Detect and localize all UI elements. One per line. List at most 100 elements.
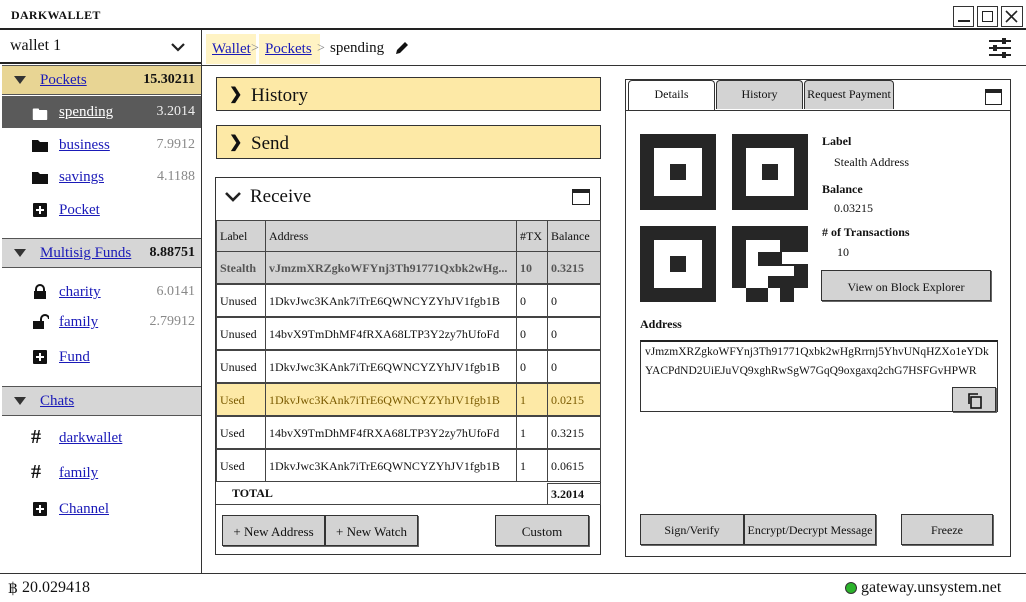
freeze-button[interactable]: Freeze [901,514,993,545]
col-header-balance: Balance [547,220,601,252]
table-cell-label[interactable]: Used [216,449,266,482]
table-cell-tx[interactable]: 1 [516,449,548,482]
sidebar-item-family-fund[interactable]: family 2.79912 [2,306,201,338]
copy-button[interactable] [952,387,996,412]
close-button[interactable] [1001,6,1023,27]
table-cell-tx[interactable]: 1 [516,383,548,416]
add-channel[interactable]: Channel [2,493,201,525]
sidebar-item-label[interactable]: family [59,465,98,482]
custom-button[interactable]: Custom [495,515,589,546]
sidebar-item-label[interactable]: family [59,314,98,331]
chevron-down-icon[interactable] [224,190,242,204]
hashtag-icon: # [31,426,41,448]
tx-count-key: # of Transactions [822,225,910,239]
title-bar: DARKWALLET [0,0,1026,30]
sidebar-item-label[interactable]: savings [59,169,104,186]
connection-status-icon [845,582,857,594]
table-cell-tx[interactable]: 0 [516,317,548,350]
address-key: Address [640,317,682,331]
table-cell-balance[interactable]: 0.3215 [547,251,601,284]
breadcrumb-wallet[interactable]: Wallet [206,34,256,64]
table-cell-address[interactable]: 1DkvJwc3KAnk7iTrE6QWNCYZYhJV1fgb1B [265,449,517,482]
sidebar-item-label[interactable]: spending [59,104,113,121]
collapse-triangle-icon [14,397,26,405]
table-cell-address[interactable]: 1DkvJwc3KAnk7iTrE6QWNCYZYhJV1fgb1B [265,284,517,317]
add-pocket-label[interactable]: Pocket [59,202,100,219]
tab-request-payment[interactable]: Request Payment [804,80,894,109]
address-display[interactable]: vJmzmXRZgkoWFYnj3Th91771Qxbk2wHgRrrnj5Yh… [640,340,998,412]
table-cell-address[interactable]: 14bvX9TmDhMF4fRXA68LTP3Y2zy7hUfoFd [265,416,517,449]
table-cell-tx[interactable]: 1 [516,416,548,449]
table-cell-address[interactable]: 1DkvJwc3KAnk7iTrE6QWNCYZYhJV1fgb1B [265,350,517,383]
maximize-button[interactable] [977,6,998,27]
add-fund-label[interactable]: Fund [59,349,90,366]
sidebar-item-spending[interactable]: 🖿 spending 3.2014 [2,96,201,128]
sidebar-item-charity[interactable]: charity 6.0141 [2,276,201,308]
lock-icon [34,284,46,299]
section-pockets[interactable]: Pockets 15.30211 [2,65,201,95]
sidebar-item-label[interactable]: charity [59,284,101,301]
sidebar-item-savings[interactable]: savings 4.1188 [2,161,201,193]
sliders-icon[interactable] [988,37,1012,59]
folder-icon [32,172,48,184]
table-cell-label[interactable]: Unused [216,317,266,350]
section-multisig[interactable]: Multisig Funds 8.88751 [2,238,201,268]
tx-count-value: 10 [837,245,849,259]
sidebar-item-amount: 3.2014 [156,104,196,119]
table-cell-balance[interactable]: 0 [547,350,601,383]
send-panel-label: Send [251,133,289,154]
table-cell-balance[interactable]: 0.3215 [547,416,601,449]
tab-history[interactable]: History [716,80,803,109]
sidebar-item-business[interactable]: business 7.9912 [2,129,201,161]
total-label: TOTAL [232,486,273,500]
tab-details[interactable]: Details [628,80,715,111]
new-watch-button[interactable]: + New Watch [325,515,418,546]
table-cell-balance[interactable]: 0 [547,284,601,317]
table-cell-balance[interactable]: 0.0215 [547,383,601,416]
table-cell-label[interactable]: Unused [216,284,266,317]
wallet-selector[interactable]: wallet 1 [0,30,201,64]
section-pockets-label[interactable]: Pockets [40,72,87,89]
sidebar-item-label[interactable]: darkwallet [59,430,122,447]
send-panel[interactable]: ❯ Send [216,125,601,159]
pencil-icon[interactable] [394,40,410,56]
table-cell-label[interactable]: Used [216,383,266,416]
sidebar-item-label[interactable]: business [59,137,110,154]
add-fund[interactable]: Fund [2,341,201,373]
table-cell-label[interactable]: Used [216,416,266,449]
breadcrumb-separator: > [251,41,259,56]
breadcrumb-current: spending [330,40,385,56]
section-chats[interactable]: Chats [2,386,201,416]
table-cell-tx[interactable]: 10 [516,251,548,284]
encrypt-decrypt-button[interactable]: Encrypt/Decrypt Message [744,514,876,545]
table-cell-tx[interactable]: 0 [516,284,548,317]
new-address-button[interactable]: + New Address [222,515,325,546]
unlock-icon [33,314,49,329]
add-channel-label[interactable]: Channel [59,501,109,518]
table-cell-address[interactable]: 1DkvJwc3KAnk7iTrE6QWNCYZYhJV1fgb1B [265,383,517,416]
minimize-button[interactable] [953,6,974,27]
col-header-tx: #TX [516,220,548,252]
table-cell-address[interactable]: 14bvX9TmDhMF4fRXA68LTP3Y2zy7hUfoFd [265,317,517,350]
sidebar-item-family-chat[interactable]: # family [2,457,201,489]
history-panel[interactable]: ❯ History [216,77,601,111]
view-block-explorer-button[interactable]: View on Block Explorer [821,270,991,301]
table-cell-balance[interactable]: 0 [547,317,601,350]
sign-verify-button[interactable]: Sign/Verify [640,514,744,545]
window-icon[interactable] [985,89,1002,105]
breadcrumb-pockets[interactable]: Pockets [259,34,320,64]
table-cell-balance[interactable]: 0.0615 [547,449,601,482]
sidebar-item-darkwallet-chat[interactable]: # darkwallet [2,422,201,454]
section-chats-label[interactable]: Chats [40,393,74,410]
folder-icon: 🖿 [32,107,49,124]
section-multisig-label[interactable]: Multisig Funds [40,245,131,262]
table-cell-label[interactable]: Unused [216,350,266,383]
receive-panel-label: Receive [250,186,312,207]
table-cell-address[interactable]: vJmzmXRZgkoWFYnj3Th91771Qxbk2wHg... [265,251,517,284]
table-cell-tx[interactable]: 0 [516,350,548,383]
collapse-triangle-icon [14,249,26,257]
window-icon[interactable] [572,189,590,205]
maximize-icon [982,11,993,22]
table-cell-label[interactable]: Stealth [216,251,266,284]
add-pocket[interactable]: Pocket [2,194,201,226]
